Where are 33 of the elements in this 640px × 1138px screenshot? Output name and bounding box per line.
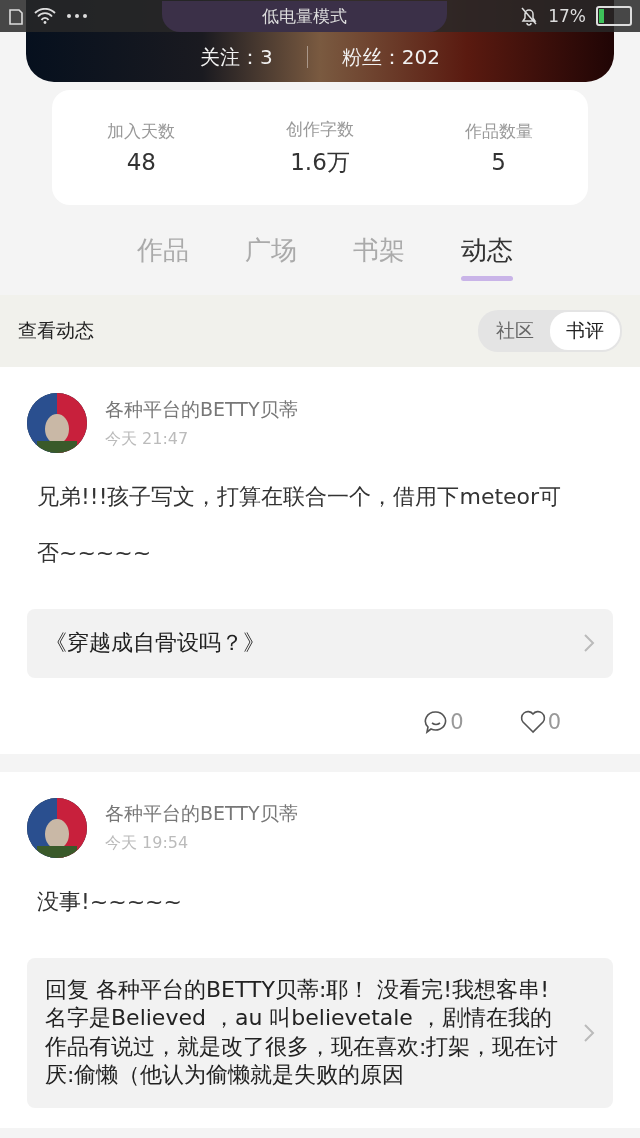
stat-label: 加入天数: [107, 120, 176, 143]
chevron-icon: [583, 1022, 595, 1043]
tab[interactable]: 动态: [461, 219, 513, 281]
sim-icon: [8, 6, 24, 26]
quoted-item[interactable]: 《穿越成自骨设吗？》: [27, 609, 613, 678]
wifi-icon: [34, 8, 56, 24]
stat-value: 1.6万: [290, 147, 350, 177]
following-count[interactable]: 关注：3: [200, 43, 273, 71]
post-text: 兄弟!!!孩子写文，打算在联合一个，借用下meteor可否~~~~~: [36, 483, 563, 567]
post-time: 今天 21:47: [105, 428, 190, 450]
followers-count[interactable]: 粉丝：202: [341, 43, 440, 71]
more-icon: [66, 13, 88, 19]
author-name[interactable]: 各种平台的BETTY贝蒂: [105, 801, 298, 828]
segment[interactable]: 书评: [550, 312, 620, 350]
heart-icon: [519, 709, 546, 734]
quoted-item[interactable]: 回复 各种平台的BETTY贝蒂:耶！ 没看完!我想客串! 名字是Believed ，au 叫believetale ，剧情在我的作品有说过，就是改了很多，现在喜欢:打架，现在讨厌:偷懒（他认为偷懒就是失败的原因: [27, 957, 613, 1108]
chevron-icon: [583, 633, 595, 654]
like-button[interactable]: 0: [519, 709, 561, 734]
battery-icon: [596, 6, 632, 26]
post-text: 没事!~~~~~: [36, 887, 183, 916]
post-time: 今天 19:54: [105, 833, 190, 855]
segment[interactable]: 社区: [480, 312, 550, 350]
comment-icon: [424, 709, 449, 734]
mode-label: 低电量模式: [161, 0, 447, 32]
bell-muted-icon: [520, 6, 539, 26]
feed-title: 查看动态: [18, 318, 94, 343]
stat-label: 创作字数: [286, 117, 354, 141]
stat-label: 作品数量: [464, 120, 533, 143]
comment-button[interactable]: 0: [424, 709, 464, 734]
battery-percent: 17%: [548, 6, 586, 26]
stat-value: 48: [126, 149, 156, 175]
author-name[interactable]: 各种平台的BETTY贝蒂: [105, 396, 298, 423]
stat-value: 5: [491, 149, 506, 175]
